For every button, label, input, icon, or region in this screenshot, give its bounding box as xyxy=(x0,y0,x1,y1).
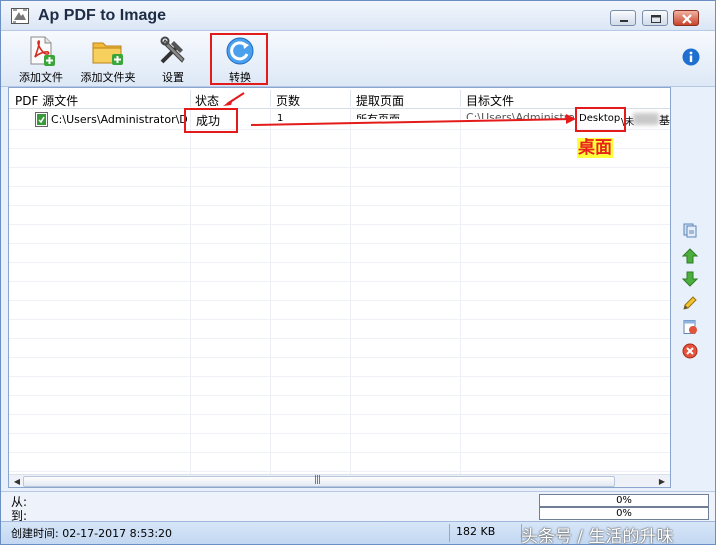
arrowhead-icon xyxy=(566,114,576,124)
app-window: Ap PDF to Image 添加文件 添加文件夹 设置 转换 PDF 源文件… xyxy=(0,0,716,545)
annotation-arrows xyxy=(223,92,576,126)
annotation-arrow xyxy=(250,118,574,126)
arrowhead-icon xyxy=(223,99,233,106)
annotation-desktop-label: 桌面 xyxy=(577,138,613,158)
